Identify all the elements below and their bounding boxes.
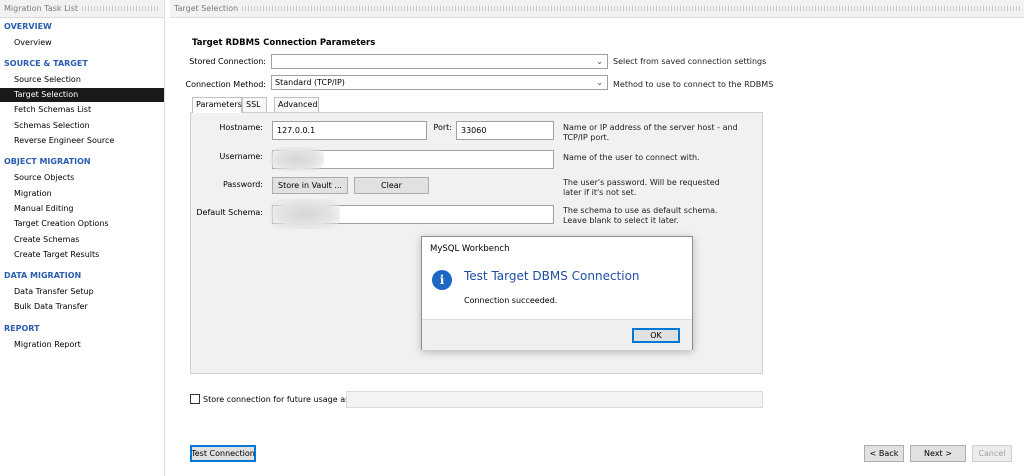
cancel-button: Cancel <box>972 445 1012 462</box>
store-connection-name-input[interactable] <box>346 391 763 408</box>
store-connection-label: Store connection for future usage as <box>203 395 350 404</box>
nav-item-migration-report[interactable]: Migration Report <box>0 338 164 352</box>
dialog-footer: OK <box>422 319 692 350</box>
clear-password-button[interactable]: Clear <box>354 177 429 194</box>
port-input[interactable]: 33060 <box>456 121 554 140</box>
main-header: Target Selection <box>170 0 1024 18</box>
header-grip <box>242 6 1020 11</box>
chevron-down-icon: ⌄ <box>596 57 603 66</box>
nav-item-reverse-engineer-source[interactable]: Reverse Engineer Source <box>0 134 164 148</box>
section-source-target: SOURCE & TARGET <box>4 59 88 68</box>
nav-item-fetch-schemas-list[interactable]: Fetch Schemas List <box>0 103 164 117</box>
nav-item-bulk-data-transfer[interactable]: Bulk Data Transfer <box>0 300 164 314</box>
migration-task-sidebar: Migration Task List OVERVIEW Overview SO… <box>0 0 165 476</box>
sidebar-header-title: Migration Task List <box>4 4 79 13</box>
stored-connection-label: Stored Connection: <box>189 57 266 66</box>
chevron-down-icon: ⌄ <box>596 78 603 87</box>
connection-method-select[interactable]: Standard (TCP/IP) ⌄ <box>271 75 608 90</box>
nav-item-overview[interactable]: Overview <box>0 36 164 50</box>
tab-advanced[interactable]: Advanced <box>274 97 319 112</box>
dialog-message: Connection succeeded. <box>464 296 558 305</box>
main-header-title: Target Selection <box>174 4 239 13</box>
redacted-schema <box>270 199 340 229</box>
default-schema-label: Default Schema: <box>196 208 263 217</box>
info-icon: i <box>432 270 452 290</box>
nav-item-migration[interactable]: Migration <box>0 187 164 201</box>
connection-method-label: Connection Method: <box>185 80 266 89</box>
sidebar-header: Migration Task List <box>0 0 164 18</box>
hostname-help: Name or IP address of the server host - … <box>563 123 738 142</box>
nav-item-source-objects[interactable]: Source Objects <box>0 171 164 185</box>
next-button[interactable]: Next > <box>910 445 966 462</box>
username-label: Username: <box>219 152 263 161</box>
nav-item-schemas-selection[interactable]: Schemas Selection <box>0 119 164 133</box>
nav-item-create-target-results[interactable]: Create Target Results <box>0 248 164 262</box>
hostname-input[interactable]: 127.0.0.1 <box>272 121 427 140</box>
connection-method-value: Standard (TCP/IP) <box>275 78 345 87</box>
section-object-migration: OBJECT MIGRATION <box>4 157 91 166</box>
section-data-migration: DATA MIGRATION <box>4 271 82 280</box>
store-in-vault-button[interactable]: Store in Vault ... <box>272 177 348 194</box>
store-connection-checkbox[interactable] <box>190 394 200 404</box>
dialog-heading: Test Target DBMS Connection <box>464 269 640 283</box>
nav-item-target-selection[interactable]: Target Selection <box>0 88 164 102</box>
dialog-title: MySQL Workbench <box>430 244 510 254</box>
nav-item-target-creation-options[interactable]: Target Creation Options <box>0 217 164 231</box>
ok-button[interactable]: OK <box>632 328 680 343</box>
nav-item-data-transfer-setup[interactable]: Data Transfer Setup <box>0 285 164 299</box>
nav-item-manual-editing[interactable]: Manual Editing <box>0 202 164 216</box>
test-connection-button[interactable]: Test Connection <box>190 445 256 462</box>
test-connection-dialog: MySQL Workbench i Test Target DBMS Conne… <box>421 236 693 350</box>
redacted-username <box>270 147 324 171</box>
tab-parameters[interactable]: Parameters <box>192 97 242 113</box>
section-title: Target RDBMS Connection Parameters <box>192 38 376 48</box>
tab-ssl[interactable]: SSL <box>242 97 267 112</box>
connection-method-help: Method to use to connect to the RDBMS <box>613 80 774 89</box>
nav-item-source-selection[interactable]: Source Selection <box>0 73 164 87</box>
section-overview: OVERVIEW <box>4 22 52 31</box>
username-help: Name of the user to connect with. <box>563 153 700 162</box>
stored-connection-help: Select from saved connection settings <box>613 57 767 66</box>
port-label: Port: <box>433 123 452 132</box>
header-grip <box>82 6 160 11</box>
password-help: The user's password. Will be requested l… <box>563 178 720 197</box>
back-button[interactable]: < Back <box>864 445 904 462</box>
default-schema-help: The schema to use as default schema. Lea… <box>563 206 718 225</box>
hostname-label: Hostname: <box>219 123 263 132</box>
nav-item-create-schemas[interactable]: Create Schemas <box>0 233 164 247</box>
stored-connection-select[interactable]: ⌄ <box>271 54 608 69</box>
password-label: Password: <box>222 180 263 189</box>
section-report: REPORT <box>4 324 40 333</box>
